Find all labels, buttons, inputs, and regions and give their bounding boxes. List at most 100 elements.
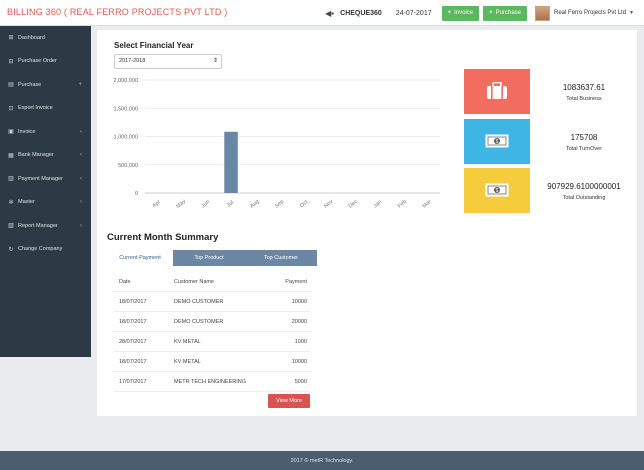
svg-text:$: $ xyxy=(496,139,499,145)
cell-date: 18/07/2017 xyxy=(119,299,147,305)
column-header-payment: Payment xyxy=(285,279,307,285)
sidebar-item-label: Dashboard xyxy=(18,34,45,41)
chevron-icon: ‹ xyxy=(80,152,82,159)
select-arrows-icon: ⇕ xyxy=(212,58,218,64)
y-tick-label: 0 xyxy=(135,191,138,197)
sidebar-item-report-manager[interactable]: ▧ Report Manager ‹ xyxy=(0,214,91,238)
invoice-icon: ▣ xyxy=(8,129,14,136)
stat-icon-box xyxy=(464,69,530,114)
current-date: 24-07-2017 xyxy=(395,9,432,17)
new-invoice-label: Invoice xyxy=(454,10,474,16)
stat-card-total-turnover: $175708 Total TurnOver xyxy=(464,119,644,164)
sidebar-item-label: Bank Manager xyxy=(18,152,54,159)
sidebar-item-change-company[interactable]: ↻ Change Company xyxy=(0,238,91,262)
cell-date: 28/07/2017 xyxy=(119,339,147,345)
x-tick-label: May xyxy=(175,198,187,209)
cell-customer: METR TECH ENGINEERING xyxy=(174,379,247,385)
chevron-icon: ‹ xyxy=(80,199,82,206)
money-icon: $ xyxy=(485,183,509,199)
table-row: 18/07/2017 DEMO CUSTOMER 20000 xyxy=(114,312,310,332)
cell-payment: 10000 xyxy=(291,359,307,365)
bag-icon: ▤ xyxy=(8,82,14,89)
summary-tabs: Current Payment Top Product Top Customer xyxy=(107,250,317,266)
x-tick-label: Jan xyxy=(373,199,384,209)
table-row: 17/07/2017 METR TECH ENGINEERING 5000 xyxy=(114,372,310,392)
x-tick-label: Jun xyxy=(200,199,211,209)
user-menu[interactable]: Real Ferro Projects Pvt Ltd ▼ xyxy=(531,0,644,26)
new-invoice-button[interactable]: + Invoice xyxy=(441,5,480,21)
bank-icon: ▦ xyxy=(8,152,14,159)
plus-icon: + xyxy=(447,10,452,16)
app-title: BILLING 360 ( REAL FERRO PROJECTS PVT LT… xyxy=(7,7,228,17)
sidebar-item-label: Report Manager xyxy=(18,222,58,229)
x-tick-label: Dec xyxy=(348,199,360,210)
dashboard-icon: ⊞ xyxy=(8,35,14,42)
stat-icon-box: $ xyxy=(464,119,530,164)
stat-card-total-business: 1083637.61 Total Business xyxy=(464,69,644,114)
export-icon: ⊡ xyxy=(8,105,14,112)
sidebar-item-payment-manager[interactable]: ▥ Payment Manager ‹ xyxy=(0,167,91,191)
sidebar-item-label: Change Company xyxy=(18,246,63,253)
tab-top-product[interactable]: Top Product xyxy=(173,250,245,266)
column-header-date: Date xyxy=(119,279,131,285)
financial-year-value: 2017-2018 xyxy=(119,58,146,64)
x-tick-label: Mar xyxy=(422,199,433,210)
top-bar: BILLING 360 ( REAL FERRO PROJECTS PVT LT… xyxy=(0,0,644,26)
chevron-icon: ‹ xyxy=(80,175,82,182)
cell-payment: 5000 xyxy=(294,379,307,385)
tab-current-payment[interactable]: Current Payment xyxy=(107,250,173,266)
sidebar-item-export-invoice[interactable]: ⊡ Export Invoice xyxy=(0,97,91,121)
stat-value: 907929.6100000001 xyxy=(547,182,621,191)
top-right-group: ◀▪ CHEQUE360 24-07-2017 + Invoice + Purc… xyxy=(325,0,644,26)
table-header: Date Customer Name Payment xyxy=(114,272,310,292)
sidebar-item-master[interactable]: ✲ Master ‹ xyxy=(0,191,91,215)
table-row: 18/07/2017 DEMO CUSTOMER 10000 xyxy=(114,292,310,312)
sidebar-item-dashboard[interactable]: ⊞ Dashboard xyxy=(0,26,91,50)
x-tick-label: Nov xyxy=(323,199,335,210)
cell-payment: 1000 xyxy=(294,339,307,345)
sidebar-item-label: Invoice xyxy=(18,128,36,135)
cheque-link[interactable]: CHEQUE360 xyxy=(340,10,382,17)
sidebar: ⊞ Dashboard ⊟ Purchase Order ▤ Purchase + ⊡ Expo… xyxy=(0,26,91,357)
stat-card-total-outstanding: $907929.6100000001 Total Outstanding xyxy=(464,168,644,213)
payment-icon: ▥ xyxy=(8,176,14,183)
user-name: Real Ferro Projects Pvt Ltd xyxy=(554,10,627,16)
sidebar-item-label: Purchase Order xyxy=(18,58,57,65)
avatar xyxy=(535,5,551,21)
cell-date: 18/07/2017 xyxy=(119,319,147,325)
gear-icon: ✲ xyxy=(8,199,14,206)
stat-label: Total Outstanding xyxy=(562,195,606,201)
sidebar-item-purchase[interactable]: ▤ Purchase + xyxy=(0,73,91,97)
stat-label: Total TurnOver xyxy=(565,146,603,152)
sidebar-item-label: Purchase xyxy=(18,81,42,88)
y-tick-label: 2,000,000 xyxy=(114,78,138,84)
summary-title: Current Month Summary xyxy=(107,232,219,243)
footer: 2017 © metR Technology. xyxy=(0,451,644,470)
cheque-icon[interactable]: ◀▪ xyxy=(325,9,334,18)
sidebar-item-purchase-order[interactable]: ⊟ Purchase Order xyxy=(0,50,91,74)
y-tick-label: 1,500,000 xyxy=(114,106,138,112)
financial-year-title: Select Financial Year xyxy=(114,41,194,50)
x-tick-label: Feb xyxy=(397,199,408,210)
stat-value: 175708 xyxy=(570,133,598,142)
cell-customer: KV METAL xyxy=(174,359,201,365)
new-purchase-button[interactable]: + Purchase xyxy=(483,5,528,21)
new-purchase-label: Purchase xyxy=(495,10,522,16)
view-more-button[interactable]: View More xyxy=(268,394,310,408)
x-tick-label: Sep xyxy=(274,199,285,210)
cell-date: 18/07/2017 xyxy=(119,359,147,365)
sidebar-item-bank-manager[interactable]: ▦ Bank Manager ‹ xyxy=(0,144,91,168)
bar-jul[interactable] xyxy=(224,131,238,193)
financial-year-select[interactable]: 2017-2018 ⇕ xyxy=(114,54,222,69)
sidebar-item-invoice[interactable]: ▣ Invoice ‹ xyxy=(0,120,91,144)
cell-payment: 20000 xyxy=(291,319,307,325)
caret-down-icon: ▼ xyxy=(629,10,634,16)
monthly-business-chart: 2,000,000 1,500,000 1,000,000 500,000 0 Apr Ma… xyxy=(97,74,447,214)
stat-value: 1083637.61 xyxy=(562,83,606,92)
main-content: Select Financial Year 2017-2018 ⇕ 2,000,… xyxy=(97,30,637,416)
cell-customer: DEMO CUSTOMER xyxy=(174,299,224,305)
stat-label: Total Business xyxy=(566,96,602,102)
tab-top-customer[interactable]: Top Customer xyxy=(245,250,317,266)
cart-icon: ⊟ xyxy=(8,58,14,65)
svg-text:$: $ xyxy=(496,188,499,194)
